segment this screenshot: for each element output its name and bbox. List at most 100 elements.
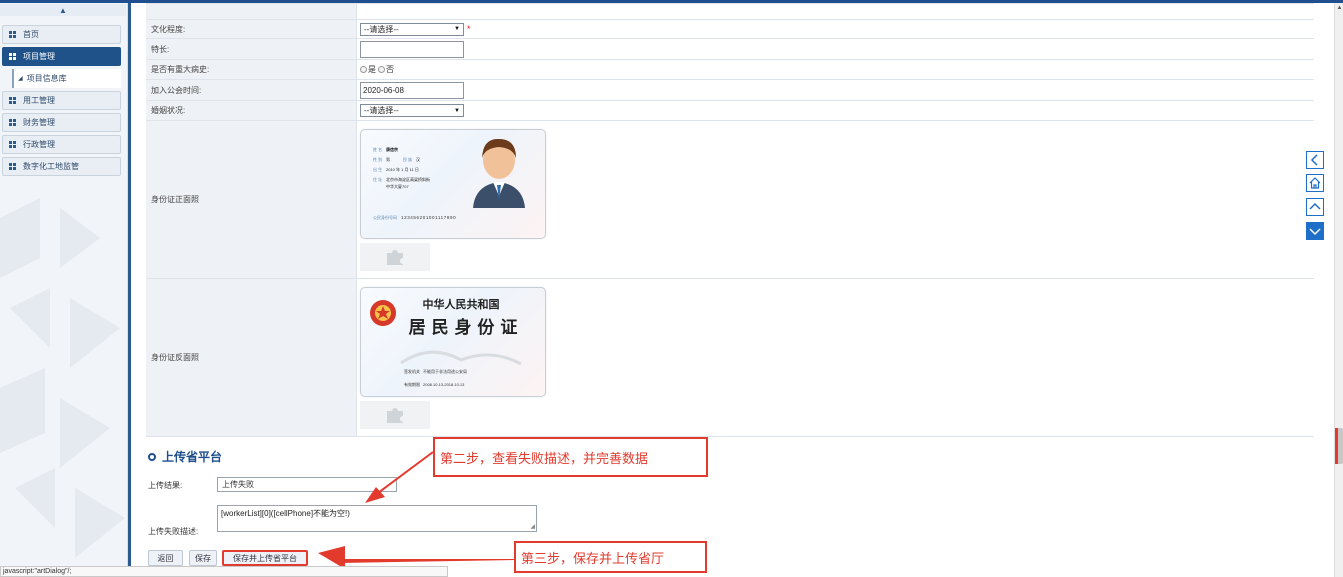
resize-grip-icon[interactable]: ◢	[530, 523, 535, 530]
card-ethnic-label: 民 族	[403, 156, 412, 162]
sidebar-item-finance[interactable]: 财务管理	[2, 113, 121, 132]
sidebar: ▲ 首页 项目管理 ◢ 项目信息库 用工管理 财务管理 行政管理 数字化工地监管	[0, 3, 128, 577]
illness-label: 是否有重大病史:	[146, 60, 357, 79]
specialty-label: 特长:	[146, 39, 357, 59]
card-gender-label: 性 别	[373, 156, 382, 162]
specialty-input[interactable]	[360, 40, 464, 58]
education-select[interactable]: --请选择-- ▼	[360, 22, 464, 36]
form-field	[357, 4, 1314, 19]
grid-icon	[9, 96, 17, 105]
card-name: 康信宗	[385, 146, 398, 152]
annotation-step2: 第二步，查看失败描述，并完善数据	[433, 437, 708, 477]
collapse-up-icon: ▲	[59, 5, 67, 15]
id-front-card-svg: 姓 名 康信宗 性 别 男 民 族 汉 出 生 2010 年 1 月 11 日 …	[373, 138, 525, 220]
card-name-label: 姓 名	[373, 146, 382, 152]
chevron-down-icon: ▼	[454, 107, 460, 114]
specialty-field	[357, 39, 1314, 59]
sidebar-menu: 首页 项目管理 ◢ 项目信息库 用工管理 财务管理 行政管理 数字化工地监管	[2, 25, 121, 179]
scroll-up-icon[interactable]: ▲	[1335, 3, 1343, 12]
sidebar-decoration	[0, 198, 125, 558]
id-back-card-svg: 中华人民共和国 居 民 身 份 证 签发机关 不能用于非法用途公安局 有效期限 …	[370, 297, 522, 387]
browser-status-bar: javascript:"artDialog"/;	[0, 566, 448, 577]
nav-scroll-top-button[interactable]	[1306, 198, 1324, 216]
upload-fail-text: [workerList][0]([cellPhone]不能为空!)	[221, 509, 350, 518]
marital-select[interactable]: --请选择-- ▼	[360, 104, 464, 117]
illness-field: 是 否	[357, 60, 1314, 79]
card-id-label: 公民身份号码	[373, 214, 397, 220]
form-label	[146, 4, 357, 19]
save-button[interactable]: 保存	[189, 550, 217, 566]
card-ethnic: 汉	[416, 156, 420, 162]
sidebar-item-digital-site[interactable]: 数字化工地监管	[2, 157, 121, 176]
sidebar-item-label: 数字化工地监管	[23, 162, 79, 171]
grid-icon	[9, 140, 17, 149]
sidebar-subitem-project-info[interactable]: ◢ 项目信息库	[12, 69, 121, 88]
card-title: 居 民 身 份 证	[409, 317, 518, 338]
illness-no-label: 否	[386, 65, 394, 74]
card-id-number: 123456201001117890	[401, 215, 456, 220]
nav-scroll-bottom-button[interactable]	[1306, 222, 1324, 240]
puzzle-icon	[387, 407, 403, 423]
nav-home-button[interactable]	[1306, 174, 1324, 192]
sidebar-item-admin[interactable]: 行政管理	[2, 135, 121, 154]
home-icon	[1309, 177, 1321, 189]
id-back-image[interactable]: 中华人民共和国 居 民 身 份 证 签发机关 不能用于非法用途公安局 有效期限 …	[360, 286, 546, 397]
id-front-field: 姓 名 康信宗 性 别 男 民 族 汉 出 生 2010 年 1 月 11 日 …	[357, 121, 1314, 278]
upload-fail-textarea[interactable]: [workerList][0]([cellPhone]不能为空!) ◢	[217, 505, 537, 532]
chevron-up-icon	[1309, 202, 1321, 210]
form-row-join-date: 加入公会时间: 2020-06-08	[146, 80, 1314, 101]
education-label: 文化程度:	[146, 20, 357, 38]
form-row-marital: 婚姻状况: --请选择-- ▼	[146, 101, 1314, 121]
join-date-label: 加入公会时间:	[146, 80, 357, 100]
required-mark: *	[467, 24, 471, 34]
upload-section-title-text: 上传省平台	[162, 450, 223, 464]
sidebar-subitem-label: 项目信息库	[26, 74, 67, 83]
app-root: ▲ 首页 项目管理 ◢ 项目信息库 用工管理 财务管理 行政管理 数字化工地监管…	[0, 0, 1343, 577]
card-birth: 2010 年 1 月 11 日	[386, 166, 419, 172]
education-select-value: --请选择--	[364, 24, 399, 34]
card-country: 中华人民共和国	[423, 297, 500, 311]
id-back-upload-placeholder[interactable]	[360, 400, 430, 429]
card-address-label: 住 址	[373, 176, 382, 182]
id-front-label: 身份证正面照	[146, 121, 357, 278]
great-wall-decoration	[400, 350, 522, 365]
form-row-id-front: 身份证正面照 姓 名 康信宗 性 别 男 民 族 汉 出 生 2010 年 1 …	[146, 121, 1314, 279]
illness-no-radio[interactable]	[378, 66, 385, 73]
grid-icon	[9, 52, 17, 61]
sidebar-item-label: 财务管理	[23, 118, 55, 127]
sidebar-collapse-button[interactable]: ▲	[0, 4, 126, 16]
sidebar-item-project-management[interactable]: 项目管理	[2, 47, 121, 66]
illness-yes-label: 是	[368, 65, 376, 74]
join-date-field: 2020-06-08	[357, 80, 1314, 100]
sidebar-item-label: 行政管理	[23, 140, 55, 149]
circle-bullet-icon	[148, 452, 156, 461]
card-validity: 2008.10.13-2018.10.13	[423, 382, 465, 387]
sidebar-item-home[interactable]: 首页	[2, 25, 121, 44]
upload-result-input[interactable]: 上传失败	[217, 477, 397, 492]
id-front-upload-placeholder[interactable]	[360, 242, 430, 271]
marital-label: 婚姻状况:	[146, 101, 357, 120]
annotation-step3: 第三步，保存并上传省厅	[514, 541, 707, 573]
marital-field: --请选择-- ▼	[357, 101, 1314, 120]
illness-yes-radio[interactable]	[360, 66, 367, 73]
id-front-image[interactable]: 姓 名 康信宗 性 别 男 民 族 汉 出 生 2010 年 1 月 11 日 …	[360, 128, 546, 239]
scroll-highlight	[1335, 428, 1338, 464]
card-address-line1: 北京市海淀区高梁桥斜街	[386, 176, 430, 182]
id-back-field: 中华人民共和国 居 民 身 份 证 签发机关 不能用于非法用途公安局 有效期限 …	[357, 279, 1314, 436]
triangle-icon: ◢	[18, 76, 23, 82]
chevron-down-icon: ▼	[454, 26, 460, 32]
upload-section-title: 上传省平台	[148, 448, 222, 465]
page-scrollbar[interactable]: ▲	[1334, 3, 1343, 577]
form-row-id-back: 身份证反面照 中华人民共和国 居 民 身 份 证 签发机关 不能用于非法用途公安…	[146, 279, 1314, 437]
save-and-upload-button[interactable]: 保存并上传省平台	[222, 550, 308, 566]
sidebar-item-label: 用工管理	[23, 96, 55, 105]
puzzle-icon	[387, 249, 403, 265]
join-date-input[interactable]: 2020-06-08	[360, 81, 464, 99]
nav-back-button[interactable]	[1306, 151, 1324, 169]
sidebar-item-labor-management[interactable]: 用工管理	[2, 91, 121, 110]
card-validity-label: 有效期限	[404, 381, 420, 387]
education-field: --请选择-- ▼ *	[357, 20, 1314, 38]
chevron-left-icon	[1310, 154, 1318, 166]
back-button[interactable]: 返回	[148, 550, 183, 566]
upload-fail-label: 上传失败描述:	[148, 527, 199, 536]
